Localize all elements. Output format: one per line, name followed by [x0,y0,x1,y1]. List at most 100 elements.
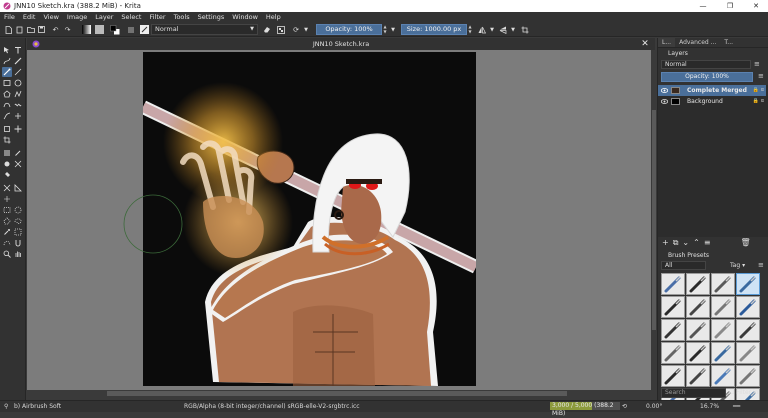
rectangle-tool-icon[interactable] [2,78,12,88]
brush-preset-tile[interactable] [661,365,685,387]
brush-size-slider[interactable]: Size: 1000.00 px [401,24,467,35]
horizontal-scrollbar[interactable] [27,390,651,397]
move-layer-down-icon[interactable]: ⌄ [682,237,689,249]
scrollbar-thumb[interactable] [107,391,567,396]
brush-preset-tile[interactable] [711,319,735,341]
delete-layer-icon[interactable]: 🗑 [741,237,751,249]
gradient-tool-icon[interactable] [2,148,12,158]
brush-preset-tile[interactable] [661,319,685,341]
layer-item-background[interactable]: Background 🔒 α [658,96,766,107]
multibrush-tool-icon[interactable] [13,111,23,121]
select-shapes-tool-icon[interactable] [2,45,12,55]
bezier-selection-tool-icon[interactable] [2,238,12,248]
menu-tools[interactable]: Tools [170,12,194,22]
scrollbar-thumb[interactable] [652,110,656,330]
brush-preset-tile[interactable] [736,273,760,295]
brush-preset-tile[interactable] [686,296,710,318]
menu-window[interactable]: Window [228,12,262,22]
reference-images-tool-icon[interactable] [2,194,12,204]
view-options-icon[interactable]: ≡ [758,261,764,269]
tab-layers[interactable]: L... [658,38,676,47]
reload-preset-icon[interactable]: ⟳ [291,24,301,35]
layer-blend-mode-select[interactable]: Normal [661,60,751,69]
brush-preset-tile[interactable] [661,296,685,318]
assistant-tool-icon[interactable] [2,183,12,193]
menu-select[interactable]: Select [117,12,145,22]
move-layer-up-icon[interactable]: ⌃ [693,237,700,249]
colorize-mask-tool-icon[interactable] [2,159,12,169]
fill-tool-icon[interactable] [2,170,12,180]
freehand-path-tool-icon[interactable] [13,100,23,110]
gradient-swatch-icon[interactable] [81,24,91,35]
measure-tool-icon[interactable] [13,183,23,193]
eraser-mode-icon[interactable] [262,24,272,35]
zoom-slider[interactable]: ━━ [733,401,740,412]
chevron-down-icon[interactable]: ▼ [510,24,516,35]
opacity-slider[interactable]: Opacity: 100% [316,24,382,35]
chevron-down-icon[interactable]: ▼ [303,24,309,35]
visibility-eye-icon[interactable] [661,98,668,105]
menu-image[interactable]: Image [63,12,91,22]
size-spin-icon[interactable]: ▲ ▼ [467,24,473,35]
layer-item-complete-merged[interactable]: Complete Merged 🔒 α [658,85,766,96]
edit-brush-settings-icon[interactable] [126,24,136,35]
menu-file[interactable]: File [0,12,19,22]
blend-mode-select[interactable]: Normal ▼ [151,24,258,35]
edit-shapes-tool-icon[interactable] [2,56,12,66]
brush-preset-tile[interactable] [736,296,760,318]
minimize-button[interactable]: — [690,0,716,12]
fg-bg-color-icon[interactable] [110,24,120,35]
pattern-swatch-icon[interactable] [94,24,104,35]
menu-layer[interactable]: Layer [91,12,117,22]
mirror-horizontal-icon[interactable] [477,24,487,35]
brush-preset-tile[interactable] [711,365,735,387]
bezier-tool-icon[interactable] [2,100,12,110]
chevron-down-icon[interactable]: ▼ [489,24,495,35]
open-folder-icon[interactable] [26,24,35,35]
brush-preset-tile[interactable] [661,273,685,295]
menu-edit[interactable]: Edit [19,12,40,22]
menu-help[interactable]: Help [262,12,285,22]
move-tool-icon[interactable] [13,124,23,134]
elliptical-selection-tool-icon[interactable] [13,205,23,215]
menu-settings[interactable]: Settings [194,12,229,22]
new-document-icon[interactable] [4,24,13,35]
artwork[interactable] [143,52,476,386]
filter-icon[interactable]: ≡ [754,60,760,68]
smart-patch-tool-icon[interactable] [13,159,23,169]
dynamic-brush-tool-icon[interactable] [2,111,12,121]
restore-button[interactable]: ❐ [717,0,743,12]
brush-preset-tile[interactable] [686,365,710,387]
brush-preset-tile[interactable] [686,342,710,364]
polygon-tool-icon[interactable] [2,89,12,99]
layer-lock-icons[interactable]: 🔒 α [753,85,764,96]
zoom-tool-icon[interactable] [2,249,12,259]
brush-preset-filter-select[interactable]: All [661,261,706,270]
rectangular-selection-tool-icon[interactable] [2,205,12,215]
templates-icon[interactable] [15,24,24,35]
preset-search-input[interactable]: Search [661,388,726,398]
close-window-button[interactable]: ✕ [743,0,768,12]
preserve-alpha-icon[interactable] [276,24,286,35]
canvas-area[interactable] [27,50,651,390]
similar-selection-tool-icon[interactable] [13,227,23,237]
wrap-around-icon[interactable] [520,24,530,35]
brush-preset-tile[interactable] [686,273,710,295]
brush-preset-tile[interactable] [736,365,760,387]
ellipse-tool-icon[interactable] [13,78,23,88]
tag-select[interactable]: Tag ▾ [730,261,745,270]
add-layer-icon[interactable]: + [662,237,669,249]
layer-options-icon[interactable]: ≡ [758,72,764,80]
save-icon[interactable] [37,24,46,35]
brush-preset-tile[interactable] [736,342,760,364]
opacity-spin-icon[interactable]: ▲ ▼ [382,24,388,35]
brush-preset-tile[interactable] [711,342,735,364]
text-tool-icon[interactable] [13,45,23,55]
duplicate-layer-icon[interactable]: ⧉ [673,237,679,249]
crop-tool-icon[interactable] [2,135,12,145]
pan-tool-icon[interactable] [13,249,23,259]
close-document-icon[interactable]: ✕ [639,38,651,50]
brush-preset-tile[interactable] [711,273,735,295]
polygonal-selection-tool-icon[interactable] [2,216,12,226]
brush-preset-tile[interactable] [661,342,685,364]
